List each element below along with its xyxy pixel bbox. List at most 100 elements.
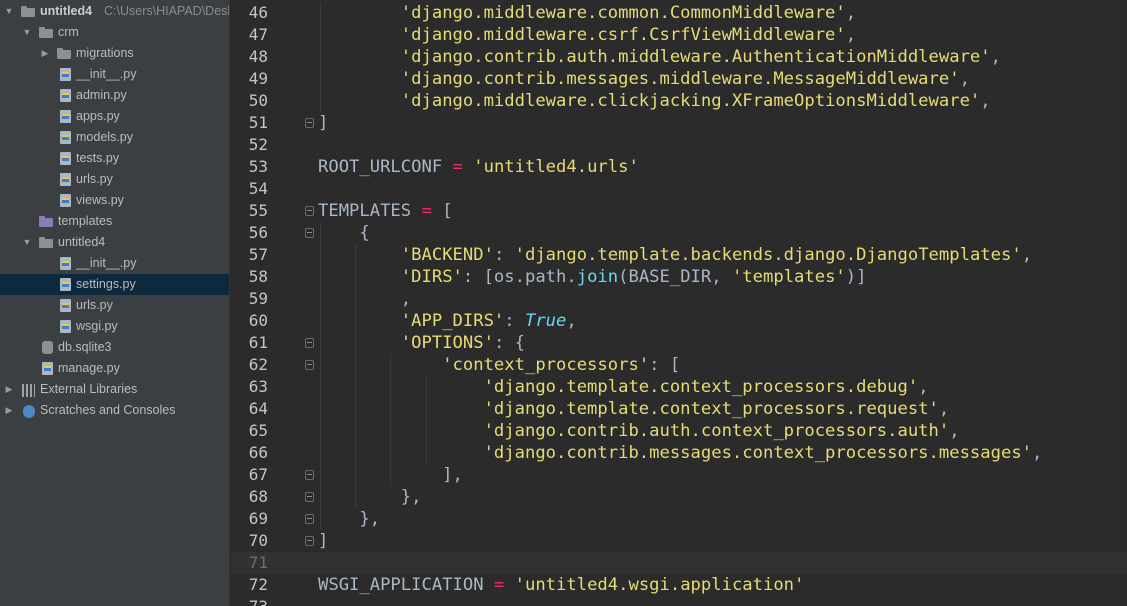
code-line[interactable]: 64 'django.template.context_processors.r…	[231, 398, 1127, 420]
code-line[interactable]: 47 'django.middleware.csrf.CsrfViewMiddl…	[231, 24, 1127, 46]
fold-marker-icon[interactable]	[305, 514, 314, 524]
tree-file[interactable]: apps.py	[0, 106, 229, 127]
code-line[interactable]: 48 'django.contrib.auth.middleware.Authe…	[231, 46, 1127, 68]
fold-marker-icon[interactable]	[305, 470, 314, 480]
tree-file[interactable]: urls.py	[0, 169, 229, 190]
python-file-icon	[42, 362, 53, 375]
python-file-icon	[60, 110, 71, 123]
tree-folder-migrations[interactable]: ▶ migrations	[0, 43, 229, 64]
line-number: 73	[231, 596, 268, 606]
code-text: 'django.contrib.messages.context_process…	[483, 443, 1043, 463]
line-number: 72	[248, 575, 268, 594]
python-file-icon	[60, 194, 71, 207]
code-line[interactable]: 66 'django.contrib.messages.context_proc…	[231, 442, 1127, 464]
code-line[interactable]: 65 'django.contrib.auth.context_processo…	[231, 420, 1127, 442]
tree-file[interactable]: __init__.py	[0, 253, 229, 274]
code-line[interactable]: 58 'DIRS': [os.path.join(BASE_DIR, 'temp…	[231, 266, 1127, 288]
scratches-icon	[23, 405, 35, 418]
code-line[interactable]: 62 'context_processors': [	[231, 354, 1127, 376]
folder-icon	[21, 6, 35, 17]
code-text: },	[318, 509, 381, 529]
chevron-right-icon[interactable]: ▶	[4, 379, 14, 400]
line-number: 47	[248, 25, 268, 44]
python-file-icon	[60, 320, 71, 333]
tree-external-libraries[interactable]: ▶ External Libraries	[0, 379, 229, 400]
code-line[interactable]: 46 'django.middleware.common.CommonMiddl…	[231, 2, 1127, 24]
tree-folder-templates[interactable]: templates	[0, 211, 229, 232]
code-line[interactable]: 72 WSGI_APPLICATION = 'untitled4.wsgi.app…	[231, 574, 1127, 596]
project-name: untitled4	[40, 4, 93, 18]
code-line[interactable]: 73	[231, 596, 1127, 606]
line-number: 51	[248, 113, 268, 132]
tree-root-untitled4[interactable]: ▼ untitled4 C:\Users\HIAPAD\Desk	[0, 1, 229, 22]
code-line[interactable]: 70]	[231, 530, 1127, 552]
code-text: 'APP_DIRS': True,	[400, 311, 577, 331]
tree-file[interactable]: urls.py	[0, 295, 229, 316]
tree-item-label: __init__.py	[76, 256, 137, 270]
fold-marker-icon[interactable]	[305, 206, 314, 216]
code-line[interactable]: 69 },	[231, 508, 1127, 530]
chevron-down-icon[interactable]: ▼	[22, 232, 32, 253]
fold-marker-icon[interactable]	[305, 228, 314, 238]
code-line[interactable]: 52	[231, 134, 1127, 156]
line-number: 65	[248, 421, 268, 440]
code-line[interactable]: 68 },	[231, 486, 1127, 508]
line-number: 60	[248, 311, 268, 330]
code-line[interactable]: 59 ,	[231, 288, 1127, 310]
tree-file-manage[interactable]: manage.py	[0, 358, 229, 379]
code-line[interactable]: 67 ],	[231, 464, 1127, 486]
code-line[interactable]: 63 'django.template.context_processors.d…	[231, 376, 1127, 398]
code-editor[interactable]: 46 'django.middleware.common.CommonMiddl…	[231, 0, 1127, 606]
fold-marker-icon[interactable]	[305, 338, 314, 348]
tree-file-selected[interactable]: settings.py	[0, 274, 229, 295]
chevron-down-icon[interactable]: ▼	[4, 1, 14, 22]
python-file-icon	[60, 299, 71, 312]
code-line[interactable]: 51]	[231, 112, 1127, 134]
tree-file[interactable]: admin.py	[0, 85, 229, 106]
line-number: 62	[248, 355, 268, 374]
code-line[interactable]: 71	[231, 552, 1127, 574]
line-number: 53	[248, 157, 268, 176]
tree-scratches[interactable]: ▶ Scratches and Consoles	[0, 400, 229, 421]
code-text: 'django.contrib.auth.middleware.Authenti…	[400, 47, 1001, 67]
code-line[interactable]: 50 'django.middleware.clickjacking.XFram…	[231, 90, 1127, 112]
code-line[interactable]: 53 ROOT_URLCONF = 'untitled4.urls'	[231, 156, 1127, 178]
line-number: 66	[248, 443, 268, 462]
fold-marker-icon[interactable]	[305, 492, 314, 502]
code-text: 'django.middleware.common.CommonMiddlewa…	[400, 3, 857, 23]
tree-folder-untitled4[interactable]: ▼ untitled4	[0, 232, 229, 253]
code-line[interactable]: 55 TEMPLATES = [	[231, 200, 1127, 222]
chevron-right-icon[interactable]: ▶	[40, 43, 50, 64]
tree-file[interactable]: views.py	[0, 190, 229, 211]
code-line[interactable]: 54	[231, 178, 1127, 200]
code-line[interactable]: 49 'django.contrib.messages.middleware.M…	[231, 68, 1127, 90]
tree-item-label: models.py	[76, 130, 133, 144]
line-number: 48	[248, 47, 268, 66]
tree-file[interactable]: models.py	[0, 127, 229, 148]
code-line[interactable]: 60 'APP_DIRS': True,	[231, 310, 1127, 332]
fold-marker-icon[interactable]	[305, 118, 314, 128]
code-text: TEMPLATES = [	[318, 201, 453, 221]
tree-folder-crm[interactable]: ▼ crm	[0, 22, 229, 43]
code-text: ],	[318, 465, 463, 485]
tree-item-label: Scratches and Consoles	[40, 403, 176, 417]
code-line[interactable]: 57 'BACKEND': 'django.template.backends.…	[231, 244, 1127, 266]
code-text: 'django.template.context_processors.debu…	[483, 377, 929, 397]
tree-file-db[interactable]: db.sqlite3	[0, 337, 229, 358]
tree-file[interactable]: __init__.py	[0, 64, 229, 85]
line-number: 64	[248, 399, 268, 418]
code-line[interactable]: 61 'OPTIONS': {	[231, 332, 1127, 354]
tree-file[interactable]: wsgi.py	[0, 316, 229, 337]
fold-marker-icon[interactable]	[305, 536, 314, 546]
code-line[interactable]: 56 {	[231, 222, 1127, 244]
line-number: 59	[248, 289, 268, 308]
templates-folder-icon	[39, 216, 53, 227]
python-file-icon	[60, 68, 71, 81]
python-file-icon	[60, 257, 71, 270]
chevron-down-icon[interactable]: ▼	[22, 22, 32, 43]
tree-item-label: apps.py	[76, 109, 120, 123]
tree-file[interactable]: tests.py	[0, 148, 229, 169]
fold-marker-icon[interactable]	[305, 360, 314, 370]
chevron-right-icon[interactable]: ▶	[4, 400, 14, 421]
code-text: 'django.template.context_processors.requ…	[483, 399, 950, 419]
